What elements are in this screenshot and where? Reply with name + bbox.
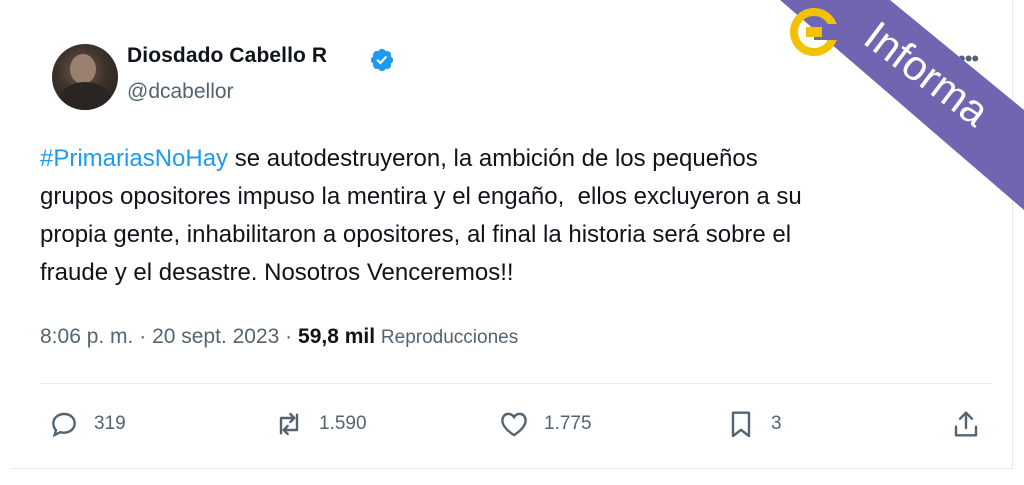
- bookmark-count: 3: [771, 413, 782, 434]
- share-icon: [954, 411, 978, 437]
- author-name[interactable]: Diosdado Cabello R: [127, 44, 327, 68]
- bookmark-icon: [731, 411, 751, 438]
- reply-count: 319: [94, 413, 126, 434]
- bookmark-button[interactable]: 3: [725, 408, 782, 440]
- avatar-face: [70, 54, 96, 84]
- tweet-time[interactable]: 8:06 p. m.: [40, 325, 133, 348]
- verified-badge-icon: [370, 48, 394, 72]
- tweet-line-4: fraude y el desastre. Nosotros Venceremo…: [40, 259, 514, 286]
- like-icon: [501, 412, 527, 437]
- reply-button[interactable]: 319: [48, 408, 126, 440]
- repost-count: 1.590: [319, 413, 367, 434]
- tweet-meta: 8:06 p. m. · 20 sept. 2023 · 59,8 mil Re…: [40, 325, 518, 349]
- tweet-line-1: #PrimariasNoHay se autodestruyeron, la a…: [40, 140, 980, 178]
- like-button[interactable]: 1.775: [498, 408, 592, 440]
- tweet-line-2: grupos opositores impuso la mentira y el…: [40, 183, 802, 210]
- more-icon[interactable]: •••: [958, 46, 979, 72]
- tweet-line-1-text: se autodestruyeron, la ambición de los p…: [228, 145, 758, 172]
- like-count: 1.775: [544, 413, 592, 434]
- views-label: Reproducciones: [380, 327, 519, 348]
- repost-button[interactable]: 1.590: [273, 408, 367, 440]
- views-count: 59,8 mil: [298, 325, 376, 348]
- share-button[interactable]: [950, 408, 982, 440]
- reply-icon: [52, 412, 76, 438]
- repost-icon: [279, 412, 299, 436]
- avatar[interactable]: [52, 44, 118, 110]
- divider: [40, 383, 992, 384]
- author-handle[interactable]: @dcabellor: [127, 80, 234, 104]
- meta-separator-2: ·: [279, 325, 299, 348]
- tweet-line-3: propia gente, inhabilitaron a opositores…: [40, 221, 792, 248]
- tweet-date[interactable]: 20 sept. 2023: [152, 325, 279, 348]
- hashtag-link[interactable]: #PrimariasNoHay: [40, 145, 228, 172]
- avatar-body: [58, 82, 112, 110]
- meta-separator: ·: [133, 325, 153, 348]
- tweet-text: #PrimariasNoHay se autodestruyeron, la a…: [40, 140, 980, 292]
